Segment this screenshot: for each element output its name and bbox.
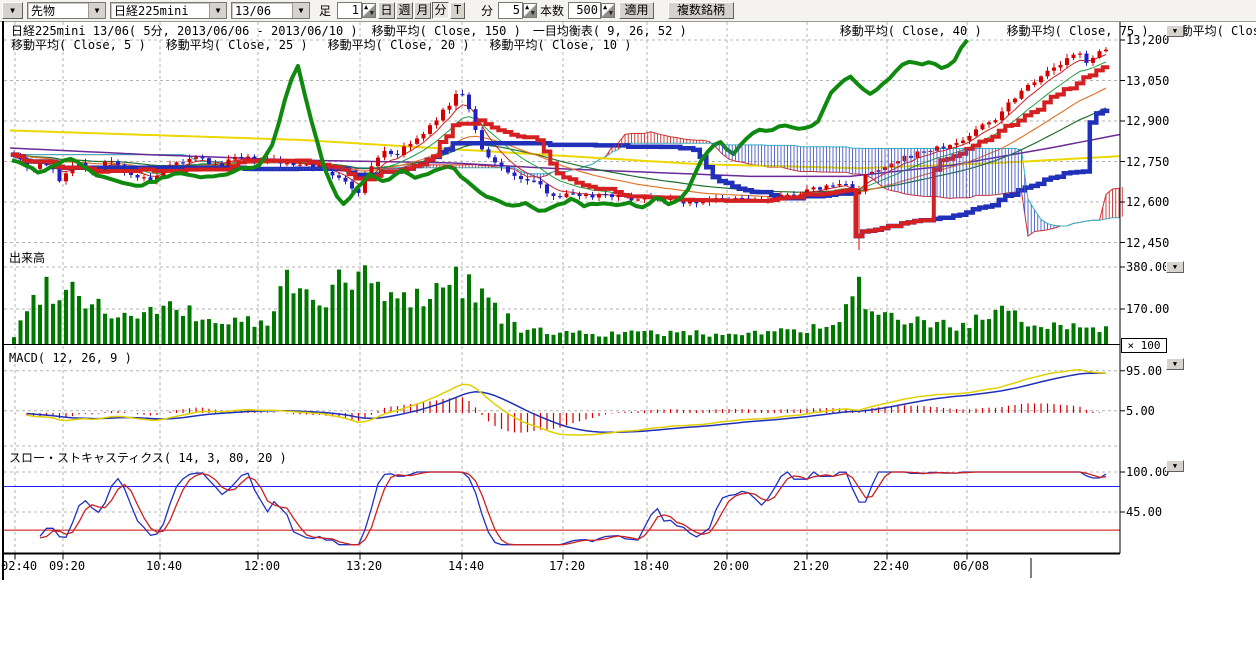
spin-down-icon[interactable]: ▼ xyxy=(531,10,535,17)
panel-dropdown-button[interactable]: ▼ xyxy=(1166,25,1184,37)
chevron-down-icon[interactable]: ▼ xyxy=(292,3,309,18)
stoch-axis-tick: 100.00 xyxy=(1126,466,1169,478)
volume-series xyxy=(12,265,1108,344)
panel-borders xyxy=(3,21,1125,580)
minute-interval-spinner[interactable]: ▲ ▼ xyxy=(523,3,537,18)
price-axis-tick: 12,900 xyxy=(1126,115,1169,127)
toolbar: ▼ 先物 ▼ 日経225mini ▼ 13/06 ▼ 足 1 ▲ ▼ 日 週 月… xyxy=(0,0,1256,22)
price-axis-tick: 12,600 xyxy=(1126,196,1169,208)
stoch-axis-tick: 45.00 xyxy=(1126,506,1162,518)
category-select[interactable]: 先物 ▼ xyxy=(27,2,106,19)
time-axis-tick: 20:00 xyxy=(713,560,757,572)
ma-10-line xyxy=(14,62,1106,200)
window-dropdown-button[interactable]: ▼ xyxy=(2,2,23,19)
legend-item: 日経225mini 13/06( 5分, 2013/06/06 - 2013/0… xyxy=(11,25,358,38)
legend-item: 移動平均( Close, 25 ) xyxy=(166,39,308,52)
panel-dropdown-button[interactable]: ▼ xyxy=(1166,261,1184,273)
legend-item: 移動平均( Close, 10 ) xyxy=(490,39,632,52)
chart-area: 日経225mini 13/06( 5分, 2013/06/06 - 2013/0… xyxy=(0,21,1256,648)
contract-value: 13/06 xyxy=(235,4,271,18)
spin-up-icon[interactable]: ▲ xyxy=(525,4,529,11)
time-axis-tick: 17:20 xyxy=(549,560,593,572)
stochastics-panel xyxy=(4,472,1120,545)
legend-item: 一目均衡表( 9, 26, 52 ) xyxy=(533,25,687,38)
spin-down-icon[interactable]: ▼ xyxy=(609,10,613,17)
macd-axis-tick: 95.00 xyxy=(1126,365,1162,377)
bar-interval-spinner[interactable]: ▲ ▼ xyxy=(362,3,376,18)
period-week-button[interactable]: 週 xyxy=(396,2,413,19)
period-month-button[interactable]: 月 xyxy=(414,2,431,19)
legend-item: 移動平均( Close, 20 ) xyxy=(328,39,470,52)
price-axis-tick: 13,050 xyxy=(1126,75,1169,87)
legend-item: 移動平均( Close, 5 ) xyxy=(11,39,146,52)
minute-interval-input[interactable]: 5 xyxy=(498,2,523,19)
category-value: 先物 xyxy=(31,4,55,18)
time-axis-tick: 12:00 xyxy=(244,560,288,572)
legend-item: 移動平均( Close, 150 ) xyxy=(372,25,521,38)
trading-chart-window: ▼ 先物 ▼ 日経225mini ▼ 13/06 ▼ 足 1 ▲ ▼ 日 週 月… xyxy=(0,0,1256,648)
volume-axis-tick: 380.00 xyxy=(1126,261,1169,273)
tenkan-step-line xyxy=(11,67,1110,236)
chevron-down-icon[interactable]: ▼ xyxy=(88,3,105,18)
contract-month-select[interactable]: 13/06 ▼ xyxy=(231,2,310,19)
period-tick-button[interactable]: T xyxy=(450,2,465,19)
bar-count-label: 本数 xyxy=(540,4,564,18)
time-axis-tick: 02:40 xyxy=(1,560,45,572)
chart-canvas xyxy=(0,21,1256,648)
symbol-value: 日経225mini xyxy=(114,4,189,18)
ma-25-line xyxy=(14,88,1106,197)
volume-panel-label: 出来高 xyxy=(9,252,45,265)
spin-up-icon[interactable]: ▲ xyxy=(364,4,368,11)
legend-item: 移動平均( Close, 40 ) xyxy=(840,25,982,38)
price-axis-tick: 13,200 xyxy=(1126,34,1169,46)
minute-label: 分 xyxy=(481,4,493,18)
bar-count-input[interactable]: 500 xyxy=(568,2,601,19)
time-axis-tick: 22:40 xyxy=(873,560,917,572)
macd-panel xyxy=(27,370,1106,435)
time-axis-tick: 18:40 xyxy=(633,560,677,572)
macd-line xyxy=(27,370,1106,435)
bar-count-spinner[interactable]: ▲ ▼ xyxy=(601,3,615,18)
macd-axis-tick: 5.00 xyxy=(1126,405,1155,417)
ma-5-line xyxy=(14,55,1106,202)
time-axis-tick: 10:40 xyxy=(146,560,190,572)
senkou-span-b xyxy=(14,143,1256,226)
time-axis-tick: 09:20 xyxy=(49,560,93,572)
stoch-d-line xyxy=(40,472,1106,545)
apply-button[interactable]: 適用 xyxy=(619,2,654,19)
spin-up-icon[interactable]: ▲ xyxy=(603,4,607,11)
senkou-span-a xyxy=(14,89,1256,236)
price-panel xyxy=(10,40,1256,292)
legend-row-2: 移動平均( Close, 5 ) 移動平均( Close, 25 ) 移動平均( C… xyxy=(11,39,631,52)
legend-row-1: 日経225mini 13/06( 5分, 2013/06/06 - 2013/0… xyxy=(11,25,1256,38)
multi-symbol-button[interactable]: 複数銘柄 xyxy=(668,2,734,19)
stoch-panel-label: スロー・ストキャスティクス( 14, 3, 80, 20 ) xyxy=(9,452,287,465)
bar-type-label: 足 xyxy=(319,4,331,18)
macd-panel-label: MACD( 12, 26, 9 ) xyxy=(9,352,132,365)
price-axis-tick: 12,450 xyxy=(1126,237,1169,249)
bar-interval-input[interactable]: 1 xyxy=(337,2,362,19)
time-axis-tick: 21:20 xyxy=(793,560,837,572)
price-axis-tick: 12,750 xyxy=(1126,156,1169,168)
symbol-select[interactable]: 日経225mini ▼ xyxy=(110,2,227,19)
volume-axis-tick: 170.00 xyxy=(1126,303,1169,315)
period-minute-button[interactable]: 分 xyxy=(432,2,449,19)
period-day-button[interactable]: 日 xyxy=(378,2,395,19)
time-axis-tick: 13:20 xyxy=(346,560,390,572)
time-axis-tick: 14:40 xyxy=(448,560,492,572)
panel-dropdown-button[interactable]: ▼ xyxy=(1166,460,1184,472)
time-axis-tick: 06/08 xyxy=(953,560,997,572)
chevron-down-icon[interactable]: ▼ xyxy=(209,3,226,18)
panel-dropdown-button[interactable]: ▼ xyxy=(1166,358,1184,370)
volume-multiplier-badge: × 100 xyxy=(1121,338,1167,353)
spin-down-icon[interactable]: ▼ xyxy=(370,10,374,17)
stoch-k-line xyxy=(40,472,1106,545)
